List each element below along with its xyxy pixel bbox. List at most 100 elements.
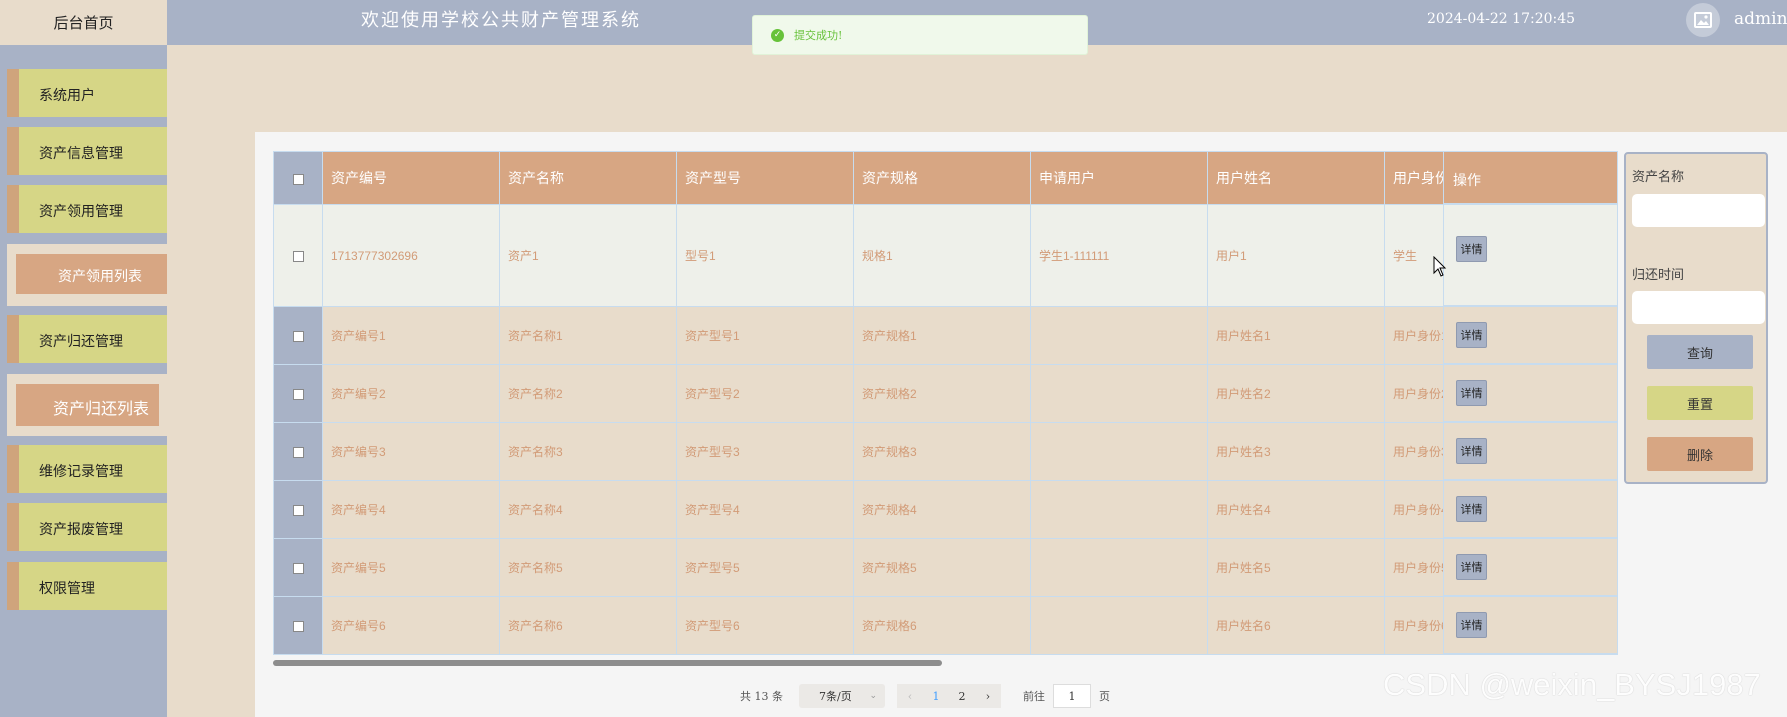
operation-cell: 详情 bbox=[1443, 204, 1618, 306]
detail-button[interactable]: 详情 bbox=[1456, 554, 1487, 580]
row-checkbox[interactable] bbox=[292, 446, 304, 458]
column-header[interactable]: 资产编号 bbox=[322, 151, 500, 205]
detail-button[interactable]: 详情 bbox=[1456, 380, 1487, 406]
datetime-display: 2024-04-22 17:20:45 bbox=[1427, 11, 1576, 27]
table-cell bbox=[1030, 596, 1208, 655]
row-checkbox[interactable] bbox=[292, 562, 304, 574]
table-cell: 资产型号3 bbox=[676, 422, 854, 481]
sidebar-item-asset-scrap[interactable]: 资产报废管理 bbox=[7, 503, 167, 551]
mouse-cursor-icon bbox=[1433, 256, 1447, 277]
row-checkbox[interactable] bbox=[292, 388, 304, 400]
row-select-cell bbox=[273, 204, 323, 307]
return-time-input[interactable] bbox=[1632, 291, 1765, 324]
table-cell: 型号1 bbox=[676, 204, 854, 307]
page-number-button[interactable]: 2 bbox=[949, 684, 975, 708]
sidebar-item-system-users[interactable]: 系统用户 bbox=[7, 69, 167, 117]
total-count: 共 13 条 bbox=[740, 690, 783, 703]
reset-button[interactable]: 重置 bbox=[1647, 386, 1753, 420]
column-header[interactable]: 资产规格 bbox=[853, 151, 1031, 205]
table-cell: 规格1 bbox=[853, 204, 1031, 307]
column-header[interactable]: 资产型号 bbox=[676, 151, 854, 205]
row-select-cell bbox=[273, 596, 323, 655]
goto-page-input[interactable]: 1 bbox=[1053, 684, 1091, 708]
table-cell: 学生1-111111 bbox=[1030, 204, 1208, 307]
table-cell: 资产名称3 bbox=[499, 422, 677, 481]
table-row[interactable]: 资产编号5 资产名称5 资产型号5 资产规格5 用户姓名5 用户身份5 bbox=[273, 538, 1618, 597]
table-cell: 资产规格4 bbox=[853, 480, 1031, 539]
operation-cell: 详情 bbox=[1443, 538, 1618, 596]
row-checkbox[interactable] bbox=[292, 620, 304, 632]
column-header[interactable]: 申请用户 bbox=[1030, 151, 1208, 205]
sidebar-item-asset-return[interactable]: 资产归还管理 bbox=[7, 315, 167, 363]
page-size-value: 7条/页 bbox=[819, 690, 852, 703]
detail-button[interactable]: 详情 bbox=[1456, 496, 1487, 522]
page-number-button[interactable]: 1 bbox=[923, 684, 949, 708]
operation-header: 操作 bbox=[1443, 151, 1618, 204]
delete-button[interactable]: 删除 bbox=[1647, 437, 1753, 471]
username[interactable]: admin bbox=[1734, 9, 1787, 29]
table-cell: 资产编号4 bbox=[322, 480, 500, 539]
return-time-label: 归还时间 bbox=[1632, 268, 1685, 283]
column-header[interactable]: 资产名称 bbox=[499, 151, 677, 205]
query-button[interactable]: 查询 bbox=[1647, 335, 1753, 369]
success-toast: ✓ 提交成功! bbox=[752, 15, 1088, 55]
operation-cell: 详情 bbox=[1443, 596, 1618, 654]
horizontal-scrollbar[interactable] bbox=[273, 660, 942, 666]
column-header[interactable]: 用户姓名 bbox=[1207, 151, 1385, 205]
watermark: CSDN @weixin_BYSJ1987 bbox=[1383, 667, 1761, 702]
sidebar-item-permissions[interactable]: 权限管理 bbox=[7, 562, 167, 610]
check-circle-icon: ✓ bbox=[771, 28, 784, 42]
detail-button[interactable]: 详情 bbox=[1456, 438, 1487, 464]
operation-cell: 详情 bbox=[1443, 422, 1618, 480]
table-cell bbox=[1030, 538, 1208, 597]
sidebar-item-label: 系统用户 bbox=[39, 88, 95, 104]
table-cell: 资产名称6 bbox=[499, 596, 677, 655]
row-select-cell bbox=[273, 422, 323, 481]
sidebar-subitem-return-list[interactable]: 资产归还列表 bbox=[7, 374, 167, 436]
table-row[interactable]: 资产编号4 资产名称4 资产型号4 资产规格4 用户姓名4 用户身份4 bbox=[273, 480, 1618, 539]
sidebar-item-label: 维修记录管理 bbox=[39, 464, 123, 480]
row-checkbox[interactable] bbox=[292, 330, 304, 342]
sidebar-item-repair-records[interactable]: 维修记录管理 bbox=[7, 445, 167, 493]
select-all-checkbox[interactable] bbox=[292, 173, 304, 185]
operation-cell: 详情 bbox=[1443, 306, 1618, 364]
table-row[interactable]: 资产编号3 资产名称3 资产型号3 资产规格3 用户姓名3 用户身份3 bbox=[273, 422, 1618, 481]
search-panel: 资产名称 归还时间 查询 重置 删除 bbox=[1624, 152, 1768, 484]
detail-button[interactable]: 详情 bbox=[1456, 236, 1487, 262]
table-cell: 资产规格1 bbox=[853, 306, 1031, 365]
table-cell: 资产1 bbox=[499, 204, 677, 307]
asset-name-input[interactable] bbox=[1632, 194, 1765, 227]
page-size-select[interactable]: 7条/页 ⌄ bbox=[799, 684, 885, 708]
home-link[interactable]: 后台首页 bbox=[0, 0, 167, 45]
sidebar-item-asset-claim[interactable]: 资产领用管理 bbox=[7, 185, 167, 233]
row-checkbox[interactable] bbox=[292, 250, 304, 262]
detail-button[interactable]: 详情 bbox=[1456, 612, 1487, 638]
table-cell: 资产编号3 bbox=[322, 422, 500, 481]
goto-label: 前往 bbox=[1023, 690, 1045, 703]
table-cell: 资产编号6 bbox=[322, 596, 500, 655]
table-row[interactable]: 资产编号1 资产名称1 资产型号1 资产规格1 用户姓名1 用户身份1 bbox=[273, 306, 1618, 365]
sidebar-item-asset-info[interactable]: 资产信息管理 bbox=[7, 127, 167, 175]
row-select-cell bbox=[273, 538, 323, 597]
prev-page-button[interactable]: ‹ bbox=[897, 684, 923, 708]
table-cell bbox=[1030, 480, 1208, 539]
table-row[interactable]: 1713777302696 资产1 型号1 规格1 学生1-111111 用户1 学生 bbox=[273, 204, 1618, 307]
table-cell: 资产型号1 bbox=[676, 306, 854, 365]
sidebar: 系统用户 资产信息管理 资产领用管理 资产领用列表 资产归还管理 资产归还列表 … bbox=[0, 45, 167, 717]
table-cell: 用户1 bbox=[1207, 204, 1385, 307]
next-page-button[interactable]: › bbox=[975, 684, 1001, 708]
row-checkbox[interactable] bbox=[292, 504, 304, 516]
table-cell: 用户姓名6 bbox=[1207, 596, 1385, 655]
sidebar-item-label: 资产报废管理 bbox=[39, 522, 123, 538]
avatar-icon[interactable] bbox=[1686, 3, 1720, 37]
detail-button[interactable]: 详情 bbox=[1456, 322, 1487, 348]
pagination: 共 13 条 7条/页 ⌄ ‹ 1 2 › 前往 1 页 bbox=[740, 683, 1110, 709]
chevron-down-icon: ⌄ bbox=[869, 691, 877, 701]
table-row[interactable]: 资产编号6 资产名称6 资产型号6 资产规格6 用户姓名6 用户身份6 bbox=[273, 596, 1618, 655]
operation-cell: 详情 bbox=[1443, 480, 1618, 538]
table-cell: 资产编号5 bbox=[322, 538, 500, 597]
table-row[interactable]: 资产编号2 资产名称2 资产型号2 资产规格2 用户姓名2 用户身份2 bbox=[273, 364, 1618, 423]
sidebar-subitem-claim-list[interactable]: 资产领用列表 bbox=[7, 244, 167, 306]
table-cell: 用户姓名5 bbox=[1207, 538, 1385, 597]
goto-unit: 页 bbox=[1099, 690, 1110, 703]
